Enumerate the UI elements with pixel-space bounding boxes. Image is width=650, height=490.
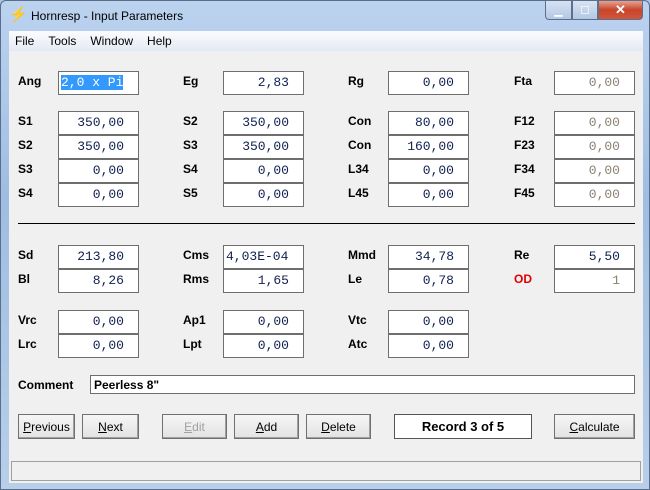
param-input-s5[interactable]: 0,00 <box>223 183 304 207</box>
param-label-cms: Cms <box>183 248 210 262</box>
param-label-vtc: Vtc <box>348 313 367 327</box>
param-label-lrc: Lrc <box>18 337 37 351</box>
param-input-sd[interactable]: 213,80 <box>58 245 139 269</box>
maximize-button[interactable]: ☐ <box>572 1 598 20</box>
param-input-eg[interactable]: 2,83 <box>223 71 304 95</box>
param-label-re: Re <box>514 248 530 262</box>
previous-label: Previous <box>23 419 70 434</box>
param-label-s3: S3 <box>18 162 33 176</box>
param-input-rms[interactable]: 1,65 <box>223 269 304 293</box>
param-input-lpt[interactable]: 0,00 <box>223 334 304 358</box>
comment-label: Comment <box>18 378 74 392</box>
param-label-s2: S2 <box>18 138 33 152</box>
param-label-od: OD <box>514 272 532 286</box>
param-label-l34: L34 <box>348 162 369 176</box>
param-label-con: Con <box>348 138 372 152</box>
next-button[interactable]: Next <box>82 414 139 439</box>
param-label-s4: S4 <box>183 162 198 176</box>
param-input-s3[interactable]: 0,00 <box>58 159 139 183</box>
comment-input[interactable]: Peerless 8" <box>90 375 635 394</box>
param-label-vrc: Vrc <box>18 313 37 327</box>
param-input-fta[interactable]: 0,00 <box>554 71 635 95</box>
status-bar <box>11 461 641 481</box>
param-label-ang: Ang <box>18 74 42 88</box>
menu-file[interactable]: File <box>15 34 34 48</box>
param-input-f45[interactable]: 0,00 <box>554 183 635 207</box>
param-label-l45: L45 <box>348 186 369 200</box>
delete-button[interactable]: Delete <box>306 414 371 439</box>
param-label-f23: F23 <box>514 138 535 152</box>
record-indicator: Record 3 of 5 <box>394 414 532 439</box>
param-label-ap1: Ap1 <box>183 313 206 327</box>
param-input-vtc[interactable]: 0,00 <box>388 310 469 334</box>
param-input-con[interactable]: 160,00 <box>388 135 469 159</box>
next-label: Next <box>98 419 123 434</box>
param-label-s5: S5 <box>183 186 198 200</box>
previous-button[interactable]: Previous <box>18 414 75 439</box>
param-input-mmd[interactable]: 34,78 <box>388 245 469 269</box>
param-input-con[interactable]: 80,00 <box>388 111 469 135</box>
param-input-atc[interactable]: 0,00 <box>388 334 469 358</box>
param-label-con: Con <box>348 114 372 128</box>
param-input-s4[interactable]: 0,00 <box>58 183 139 207</box>
param-label-s2: S2 <box>183 114 198 128</box>
param-input-f23[interactable]: 0,00 <box>554 135 635 159</box>
param-label-f34: F34 <box>514 162 535 176</box>
param-label-atc: Atc <box>348 337 368 351</box>
window-title: Hornresp - Input Parameters <box>31 9 184 23</box>
param-input-l34[interactable]: 0,00 <box>388 159 469 183</box>
param-input-vrc[interactable]: 0,00 <box>58 310 139 334</box>
minimize-button[interactable]: ▁ <box>545 1 572 20</box>
param-label-lpt: Lpt <box>183 337 202 351</box>
param-input-od[interactable]: 1 <box>554 269 635 293</box>
add-label: Add <box>255 419 278 434</box>
menu-help[interactable]: Help <box>147 34 172 48</box>
app-lightning-icon: ⚡ <box>9 6 28 23</box>
param-label-f45: F45 <box>514 186 535 200</box>
param-label-le: Le <box>348 272 363 286</box>
param-input-s2[interactable]: 350,00 <box>58 135 139 159</box>
param-input-bl[interactable]: 8,26 <box>58 269 139 293</box>
calculate-button[interactable]: Calculate <box>554 414 635 439</box>
param-label-s1: S1 <box>18 114 33 128</box>
param-label-eg: Eg <box>183 74 199 88</box>
param-input-cms[interactable]: 4,03E-04 <box>223 245 304 269</box>
param-input-l45[interactable]: 0,00 <box>388 183 469 207</box>
param-input-re[interactable]: 5,50 <box>554 245 635 269</box>
param-label-bl: Bl <box>18 272 30 286</box>
param-label-f12: F12 <box>514 114 535 128</box>
separator <box>18 223 635 224</box>
menu-tools[interactable]: Tools <box>48 34 76 48</box>
param-input-ang[interactable]: 2,0 x Pi <box>58 71 139 95</box>
edit-button[interactable]: Edit <box>162 414 227 439</box>
param-input-f12[interactable]: 0,00 <box>554 111 635 135</box>
edit-label: Edit <box>184 419 205 434</box>
parameters-panel: Comment Peerless 8" Previous Next Edit A… <box>9 51 643 483</box>
param-input-f34[interactable]: 0,00 <box>554 159 635 183</box>
app-window: ⚡ Hornresp - Input Parameters ▁ ☐ ✕ File… <box>0 0 650 490</box>
delete-label: Delete <box>321 419 356 434</box>
param-label-s3: S3 <box>183 138 198 152</box>
param-input-lrc[interactable]: 0,00 <box>58 334 139 358</box>
param-input-le[interactable]: 0,78 <box>388 269 469 293</box>
param-label-fta: Fta <box>514 74 532 88</box>
param-input-ap1[interactable]: 0,00 <box>223 310 304 334</box>
param-input-rg[interactable]: 0,00 <box>388 71 469 95</box>
selected-text: 2,0 x Pi <box>61 75 124 90</box>
param-input-s2[interactable]: 350,00 <box>223 111 304 135</box>
menu-window[interactable]: Window <box>90 34 133 48</box>
param-input-s1[interactable]: 350,00 <box>58 111 139 135</box>
param-input-s4[interactable]: 0,00 <box>223 159 304 183</box>
param-label-mmd: Mmd <box>348 248 376 262</box>
param-label-s4: S4 <box>18 186 33 200</box>
param-label-rg: Rg <box>348 74 364 88</box>
param-label-rms: Rms <box>183 272 210 286</box>
param-label-sd: Sd <box>18 248 34 262</box>
menu-bar: File Tools Window Help <box>9 31 643 51</box>
param-input-s3[interactable]: 350,00 <box>223 135 304 159</box>
add-button[interactable]: Add <box>234 414 299 439</box>
close-button[interactable]: ✕ <box>598 1 643 20</box>
calculate-label: Calculate <box>569 419 620 434</box>
